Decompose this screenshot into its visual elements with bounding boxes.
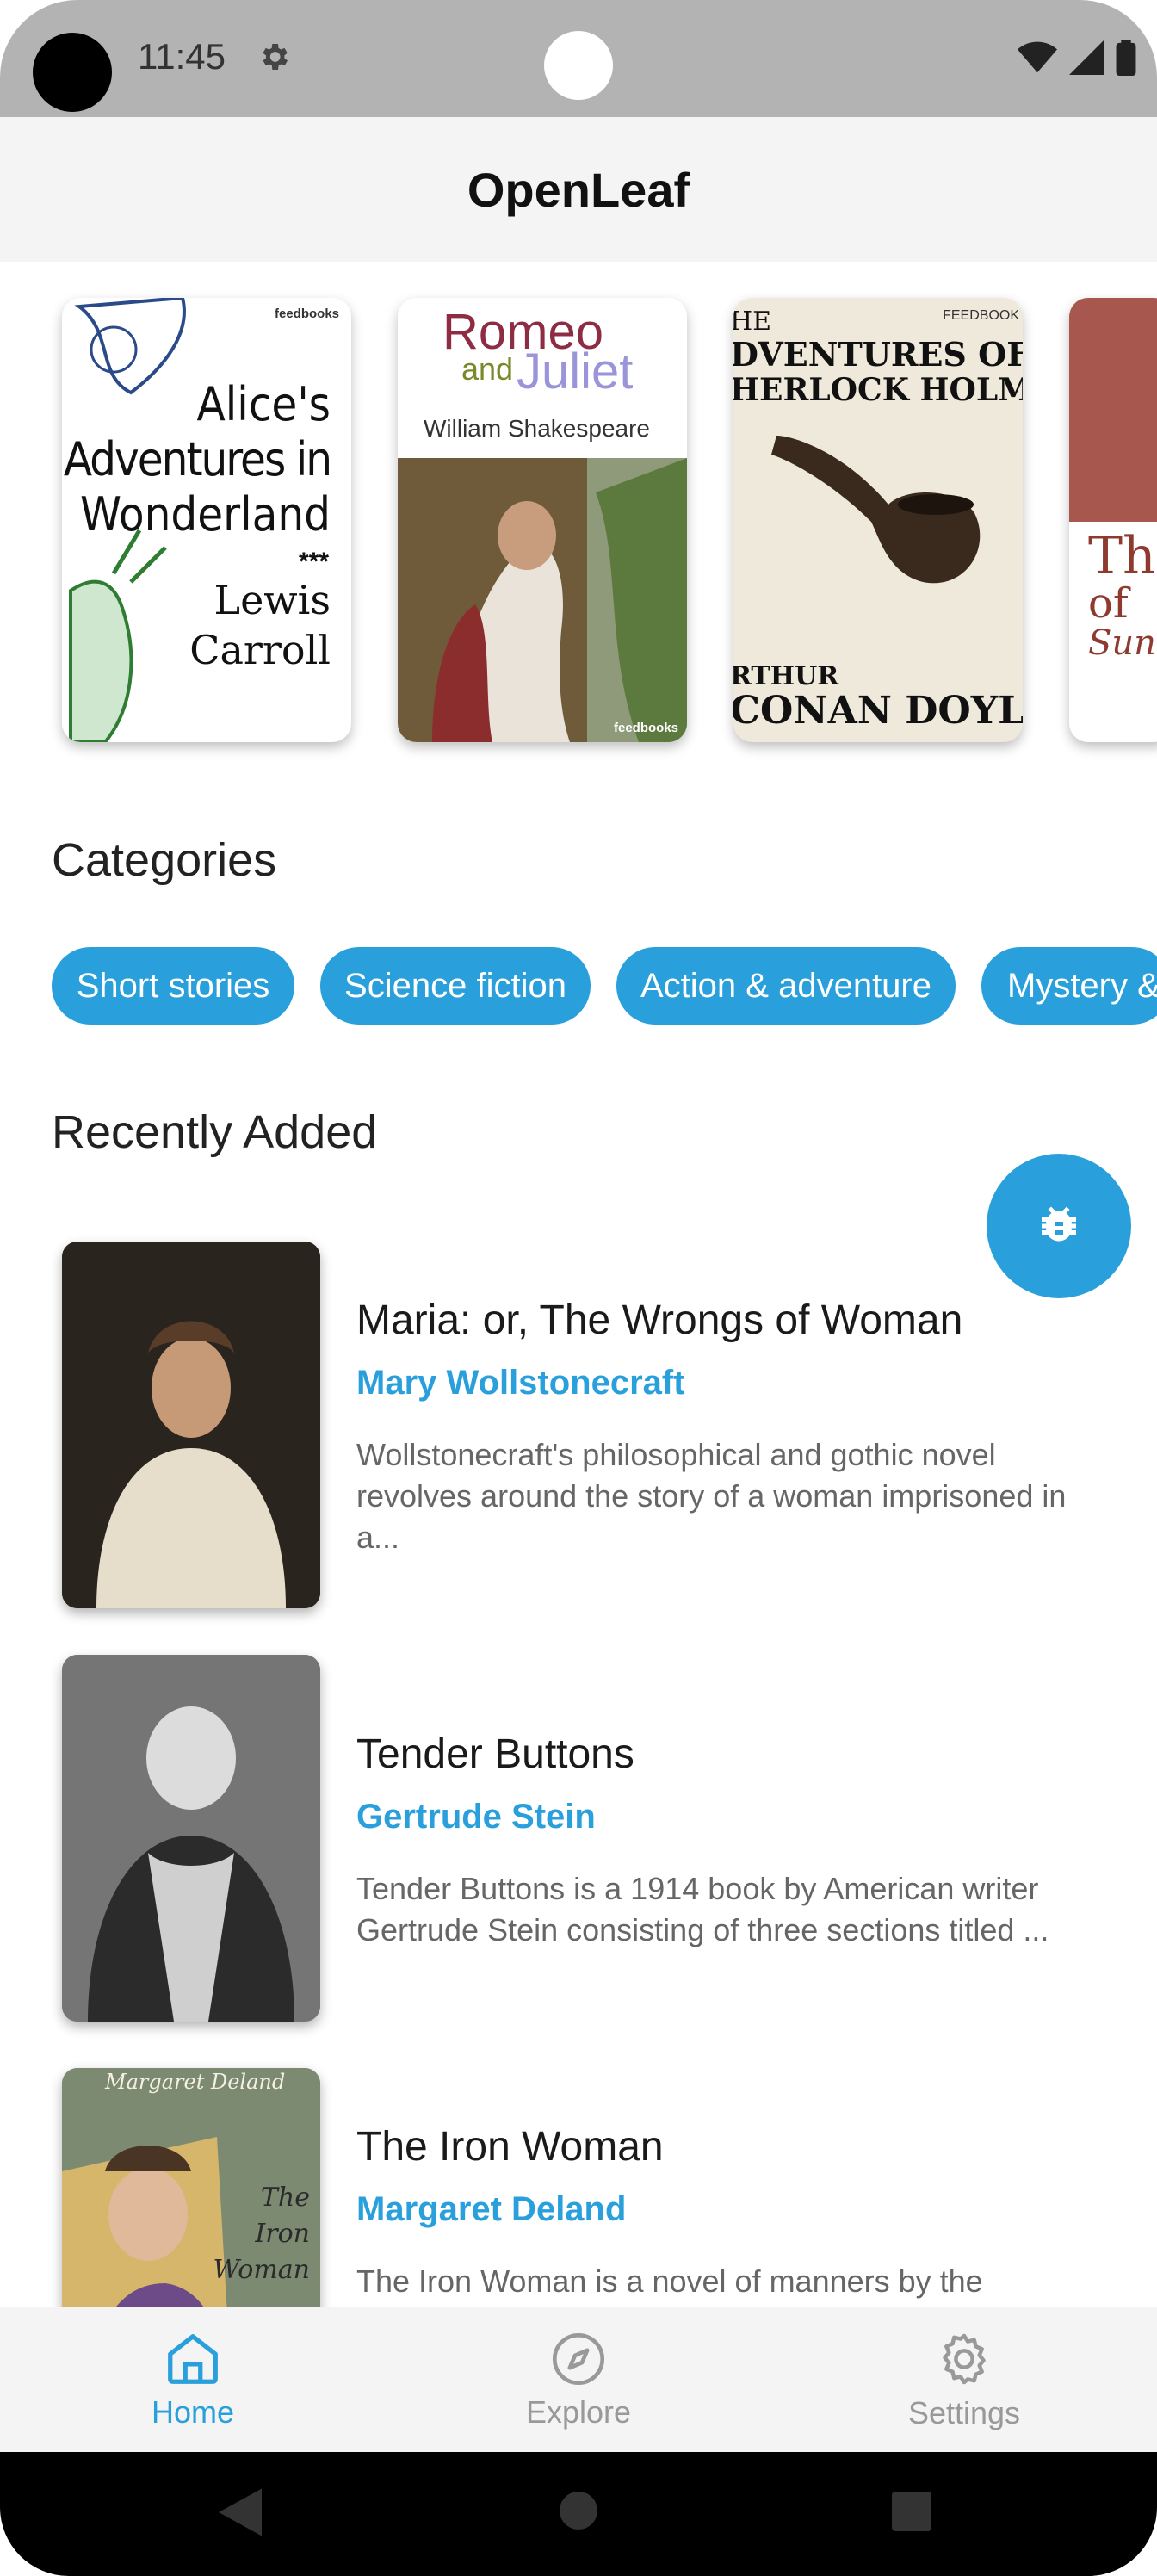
book-author[interactable]: Margaret Deland: [356, 2190, 626, 2229]
description-line: The Iron Woman is a novel of manners by …: [356, 2263, 983, 2299]
cover-author: Margaret Deland: [105, 2070, 286, 2094]
pipe-illustration: [771, 436, 981, 584]
book-description: Tender Buttons is a 1914 book by America…: [356, 1868, 1114, 1951]
chip-action-adventure[interactable]: Action & adventure: [616, 947, 956, 1025]
nav-home-label: Home: [151, 2394, 235, 2430]
home-icon: [168, 2334, 218, 2384]
cover-title-line: Wonderland: [79, 487, 331, 542]
cover-title-line: Sun: [1088, 623, 1156, 663]
bottom-navigation: Home Explore Settings: [0, 2307, 1157, 2452]
book-description: The Iron Woman is a novel of manners by …: [356, 2261, 1114, 2302]
cover-author-line: Carroll: [189, 627, 331, 673]
cover-title-line: Adventures in: [63, 432, 332, 486]
description-line: Tender Buttons is a 1914 book by America…: [356, 1871, 1039, 1906]
cover-title-line: Th: [1088, 526, 1156, 586]
cover-author: William Shakespeare: [424, 415, 650, 442]
cover-title-line: Iron: [255, 2219, 310, 2249]
cover-title-word: and: [461, 351, 514, 387]
cover-stars: ***: [298, 548, 329, 576]
chip-short-stories[interactable]: Short stories: [52, 947, 294, 1025]
book-cover-romeo-juliet[interactable]: Romeo and Juliet William Shakespeare fee…: [398, 298, 687, 742]
home-button[interactable]: [560, 2492, 597, 2530]
cover-title-line: Alice's: [196, 377, 331, 431]
debug-fab[interactable]: [987, 1154, 1131, 1298]
gear-icon: [943, 2333, 986, 2385]
book-thumbnail: [62, 1242, 320, 1608]
description-line: revolves around the story of a woman imp…: [356, 1478, 1067, 1514]
chip-science-fiction[interactable]: Science fiction: [320, 947, 591, 1025]
book-description: Wollstonecraft's philosophical and gothi…: [356, 1434, 1114, 1558]
chip-mystery[interactable]: Mystery &: [981, 947, 1157, 1025]
nav-settings[interactable]: Settings: [835, 2307, 1093, 2452]
recently-added-heading: Recently Added: [52, 1106, 378, 1158]
description-line: a...: [356, 1520, 400, 1555]
wifi-icon: [1018, 41, 1057, 73]
cover-title-line: HERLOCK HOLME: [733, 372, 1023, 408]
status-bar: 11:45: [0, 0, 1157, 117]
cover-author-line: Lewis: [213, 577, 331, 623]
bug-icon: [1042, 1206, 1076, 1242]
cover-author-line: CONAN DOYL: [733, 689, 1023, 733]
book-title: The Iron Woman: [356, 2124, 664, 2170]
battery-icon: [1116, 40, 1136, 76]
system-navigation-bar: [0, 2452, 1157, 2576]
cover-title-word: Juliet: [517, 344, 634, 399]
publisher-logo: feedbooks: [613, 721, 678, 735]
signal-icon: [1069, 40, 1104, 75]
cover-painting: [398, 458, 687, 742]
book-cover-partial[interactable]: Th of Sun: [1069, 298, 1157, 742]
back-icon[interactable]: [219, 2488, 262, 2536]
cover-title-line: DVENTURES OF: [733, 335, 1023, 374]
publisher-logo: feedbooks: [274, 307, 339, 321]
book-thumbnail: [62, 1655, 320, 2022]
categories-heading: Categories: [52, 834, 277, 886]
compass-icon: [552, 2332, 605, 2386]
cover-title-line: Woman: [213, 2255, 310, 2285]
portrait-image: [62, 1655, 320, 2022]
cover-title-line: of: [1088, 579, 1129, 628]
status-time: 11:45: [138, 36, 226, 77]
book-title: Maria: or, The Wrongs of Woman: [356, 1297, 963, 1343]
nav-home[interactable]: Home: [64, 2307, 322, 2452]
front-camera: [544, 31, 613, 100]
cover-title-line: HE: [733, 307, 772, 337]
book-author[interactable]: Gertrude Stein: [356, 1798, 596, 1836]
app-bar: OpenLeaf: [0, 117, 1157, 262]
portrait-image: [62, 1242, 320, 1608]
settings-status-icon: [263, 44, 288, 70]
book-author[interactable]: Mary Wollstonecraft: [356, 1364, 685, 1403]
camera-cutout: [33, 33, 112, 112]
book-title: Tender Buttons: [356, 1731, 634, 1777]
recents-button[interactable]: [892, 2492, 931, 2531]
nav-explore[interactable]: Explore: [449, 2307, 708, 2452]
cover-author-line: RTHUR: [733, 661, 839, 691]
description-line: Gertrude Stein consisting of three secti…: [356, 1912, 1049, 1947]
book-cover-alice[interactable]: feedbooks Alice's Adventures in Wonderla…: [62, 298, 351, 742]
nav-settings-label: Settings: [907, 2395, 1021, 2430]
description-line: Wollstonecraft's philosophical and gothi…: [356, 1437, 996, 1472]
app-title: OpenLeaf: [467, 162, 690, 217]
nav-explore-label: Explore: [525, 2394, 632, 2430]
cover-title-line: The: [260, 2183, 310, 2213]
book-cover-sherlock-holmes[interactable]: FEEDBOOK HE DVENTURES OF HERLOCK HOLME R…: [733, 298, 1023, 742]
